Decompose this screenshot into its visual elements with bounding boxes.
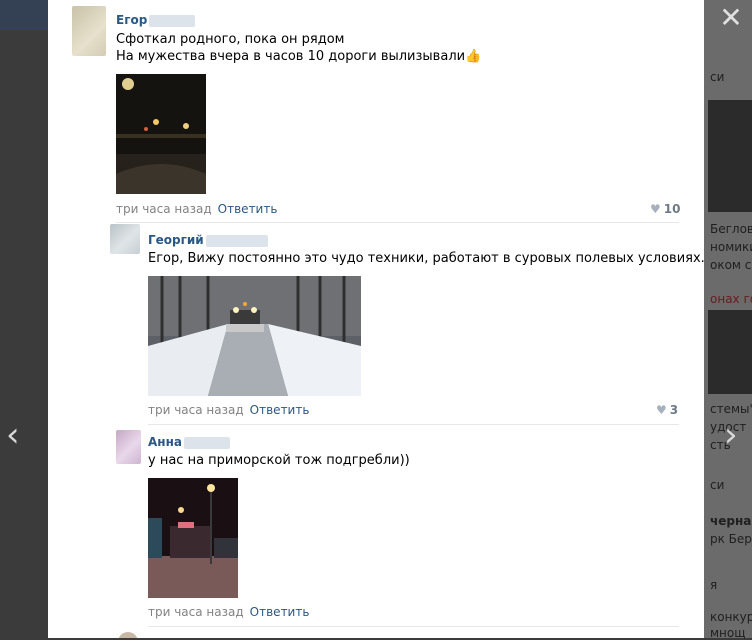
- avatar[interactable]: [118, 632, 138, 638]
- snowplow-photo: [148, 276, 361, 396]
- background-video-thumb: [708, 310, 752, 394]
- background-text: Беглов:: [710, 222, 752, 236]
- comment-photo[interactable]: [148, 478, 238, 598]
- night-street-photo: [148, 478, 238, 598]
- background-text: онах город: [710, 292, 752, 306]
- background-feed: си Беглов: номики с оком со онах город с…: [704, 0, 752, 640]
- comment-meta: три часа назад Ответить: [148, 403, 309, 417]
- like-button[interactable]: ♥ 3: [656, 403, 678, 417]
- close-icon[interactable]: ✕: [716, 4, 746, 34]
- author-surname-blurred: [149, 14, 196, 27]
- night-road-photo: [116, 74, 206, 194]
- heart-icon: ♥: [650, 202, 661, 216]
- background-text: стемы" о: [710, 402, 752, 416]
- divider: [148, 626, 679, 627]
- comment-text-line: Сфоткал родного, пока он рядом: [116, 32, 345, 47]
- background-text: си: [710, 70, 725, 84]
- background-text: номики с: [710, 240, 752, 254]
- author-surname-blurred: [205, 234, 268, 247]
- reply-button[interactable]: Ответить: [250, 605, 310, 619]
- author-surname-blurred: [183, 436, 230, 449]
- like-count: 3: [669, 403, 679, 417]
- comment-photo[interactable]: [148, 276, 361, 396]
- comment-meta: три часа назад Ответить: [116, 202, 277, 216]
- background-text: оком со: [710, 258, 752, 272]
- reply-button[interactable]: Ответить: [218, 202, 278, 216]
- like-count: 10: [663, 202, 681, 216]
- background-video-thumb: [708, 100, 752, 212]
- comment-author[interactable]: Егор: [116, 13, 196, 27]
- comment-text-line: На мужества вчера в часов 10 дороги выли…: [116, 49, 482, 64]
- comments-panel: Егор Сфоткал родного, пока он рядом На м…: [48, 0, 704, 638]
- comment-author[interactable]: Георгий: [148, 233, 268, 247]
- divider: [116, 222, 679, 223]
- comment-text-line: у нас на приморской тож подгребли)): [148, 453, 410, 468]
- comment-time: три часа назад: [148, 605, 244, 619]
- avatar[interactable]: [110, 224, 140, 254]
- background-text: конкурс: [710, 610, 752, 624]
- avatar[interactable]: [116, 430, 141, 464]
- background-text: рк Берн: [710, 532, 752, 546]
- chevron-left-icon[interactable]: ‹: [6, 418, 20, 452]
- reply-button[interactable]: Ответить: [250, 403, 310, 417]
- comment-time: три часа назад: [148, 403, 244, 417]
- background-text: я: [710, 578, 718, 592]
- divider: [148, 424, 679, 425]
- comment-author[interactable]: Анна: [148, 435, 230, 449]
- avatar[interactable]: [72, 6, 106, 56]
- like-button[interactable]: ♥ 10: [650, 202, 680, 216]
- comment-text-line: Егор, Вижу постоянно это чудо техники, р…: [148, 251, 704, 266]
- comment-meta: три часа назад Ответить: [148, 605, 309, 619]
- background-text: си: [710, 478, 725, 492]
- comment-time: три часа назад: [116, 202, 212, 216]
- background-text: черная: [710, 514, 752, 528]
- heart-icon: ♥: [656, 403, 667, 417]
- comment-photo[interactable]: [116, 74, 206, 194]
- chevron-right-icon[interactable]: ›: [724, 418, 738, 452]
